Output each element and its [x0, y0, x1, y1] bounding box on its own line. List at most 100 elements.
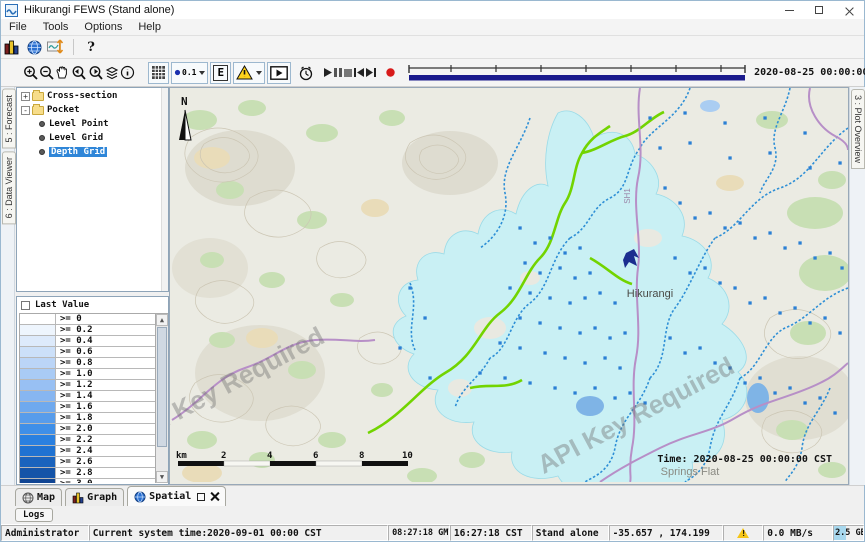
status-warning[interactable]: [723, 525, 763, 541]
spatial-display-button[interactable]: [45, 37, 67, 57]
grid-icon: [151, 65, 166, 80]
tree-node-level-grid[interactable]: Level Grid: [25, 132, 168, 144]
tree-node-label[interactable]: Level Point: [49, 119, 109, 129]
bullet-icon: [39, 135, 45, 141]
tree-node-depth-grid[interactable]: Depth Grid: [25, 146, 168, 158]
skip-to-start-button[interactable]: [353, 62, 365, 83]
pause-button[interactable]: [333, 62, 343, 83]
layers-button[interactable]: [104, 62, 120, 83]
skip-to-end-button[interactable]: [365, 62, 377, 83]
menu-help[interactable]: Help: [130, 21, 169, 33]
record-icon: [385, 67, 396, 78]
map-display-button[interactable]: [23, 37, 45, 57]
legend-scroll-thumb[interactable]: [157, 327, 167, 447]
tree-node-cross-section[interactable]: + Cross-section: [21, 90, 168, 102]
tab-map[interactable]: Map: [15, 488, 62, 506]
last-value-checkbox[interactable]: [21, 301, 30, 310]
main-area: 5 : Forecast 6 : Data Viewer + Cross-sec…: [1, 87, 864, 485]
tab-spatial[interactable]: Spatial: [127, 486, 226, 506]
legend-row-label: >= 1.4: [56, 391, 155, 401]
close-button[interactable]: [834, 1, 864, 19]
time-slider-track[interactable]: [406, 63, 748, 82]
info-icon: [120, 65, 135, 80]
menu-options[interactable]: Options: [76, 21, 130, 33]
record-button[interactable]: [385, 62, 396, 83]
tree-node-pocket[interactable]: - Pocket: [21, 104, 168, 116]
time-slider[interactable]: 2020-08-25 00:00:00 CST: [406, 63, 865, 82]
zoom-previous-button[interactable]: [70, 62, 87, 83]
zoom-out-button[interactable]: [39, 62, 55, 83]
svg-text:km: km: [176, 451, 187, 461]
tree-node-label-selected[interactable]: Depth Grid: [49, 147, 107, 157]
tree-node-label[interactable]: Cross-section: [47, 91, 117, 101]
help-button[interactable]: ?: [80, 37, 102, 57]
zoom-in-button[interactable]: [23, 62, 39, 83]
right-tab-strip: 3 : Plot Overview: [849, 87, 865, 485]
tree-node-label[interactable]: Level Grid: [49, 133, 103, 143]
legend-row-label: >= 2.0: [56, 424, 155, 434]
warning-dropdown[interactable]: [233, 62, 265, 84]
pan-button[interactable]: [55, 62, 70, 83]
legend-row: >= 2.2: [20, 435, 155, 446]
minimize-button[interactable]: [774, 1, 804, 19]
scroll-down-icon[interactable]: ▼: [156, 471, 168, 483]
map-canvas[interactable]: API Key Required API Key Required Hikura…: [170, 88, 848, 482]
tree-node-label[interactable]: Pocket: [47, 105, 80, 115]
tree-scrollbar[interactable]: [161, 88, 168, 291]
legend-scrollbar[interactable]: ▲ ▼: [155, 314, 168, 483]
zoom-next-button[interactable]: [87, 62, 104, 83]
map-viewport[interactable]: API Key Required API Key Required Hikura…: [169, 87, 849, 485]
threshold-dropdown[interactable]: 0.1: [171, 62, 208, 84]
place-label: Springs Flat: [661, 466, 720, 478]
stop-button[interactable]: [343, 62, 353, 83]
legend-table: >= 0 >= 0.2 >= 0.4: [19, 313, 168, 483]
chevron-down-icon: [199, 71, 205, 75]
tab-spatial-label: Spatial: [149, 491, 191, 502]
zoom-next-icon: [87, 65, 104, 81]
tree-node-level-point[interactable]: Level Point: [25, 118, 168, 130]
logs-row: Logs: [1, 506, 864, 524]
time-settings-button[interactable]: [298, 62, 314, 83]
scroll-up-icon[interactable]: ▲: [156, 314, 168, 326]
tab-data-viewer[interactable]: 6 : Data Viewer: [2, 151, 16, 224]
bullet-icon: [39, 149, 45, 155]
label-icon: E: [213, 65, 228, 81]
title-bar: Hikurangi FEWS (Stand alone): [1, 1, 864, 19]
maximize-button[interactable]: [804, 1, 834, 19]
animation-button[interactable]: [267, 62, 291, 84]
map-time-label: Time: 2020-08-25 00:00:00 CST: [657, 453, 832, 465]
menu-tools[interactable]: Tools: [35, 21, 77, 33]
tab-map-label: Map: [37, 492, 55, 503]
play-button[interactable]: [322, 62, 333, 83]
minimize-icon: [785, 10, 794, 11]
chevron-down-icon: [256, 71, 262, 75]
tab-plot-overview[interactable]: 3 : Plot Overview: [851, 89, 865, 169]
last-value-option[interactable]: Last Value: [17, 297, 168, 313]
chart-arrow-icon: [47, 39, 65, 55]
tab-forecast[interactable]: 5 : Forecast: [2, 89, 16, 149]
status-coordinates: -35.657 , 174.199: [609, 525, 724, 541]
label-toggle-button[interactable]: E: [210, 62, 231, 84]
close-icon: [845, 6, 854, 15]
tab-maximize-icon[interactable]: [197, 493, 205, 501]
svg-text:4: 4: [267, 451, 273, 461]
legend-row-label: >= 0: [56, 314, 155, 324]
explorer-button[interactable]: [1, 37, 23, 57]
legend-row: >= 2.4: [20, 446, 155, 457]
legend-row: >= 3.0: [20, 479, 155, 483]
tab-close-icon[interactable]: [210, 492, 219, 501]
logs-button[interactable]: Logs: [15, 508, 53, 522]
skip-end-icon: [365, 67, 377, 78]
info-button[interactable]: [120, 62, 135, 83]
legend-color-swatch: [20, 325, 56, 335]
folder-icon: [32, 92, 44, 101]
legend-row: >= 0.6: [20, 347, 155, 358]
legend-row-label: >= 0.4: [56, 336, 155, 346]
dot-icon: [174, 69, 181, 76]
tab-graph[interactable]: Graph: [65, 488, 124, 506]
menu-file[interactable]: File: [1, 21, 35, 33]
expand-icon[interactable]: +: [21, 92, 30, 101]
legend-row-label: >= 1.6: [56, 402, 155, 412]
grid-toggle-button[interactable]: [148, 62, 169, 84]
collapse-icon[interactable]: -: [21, 106, 30, 115]
